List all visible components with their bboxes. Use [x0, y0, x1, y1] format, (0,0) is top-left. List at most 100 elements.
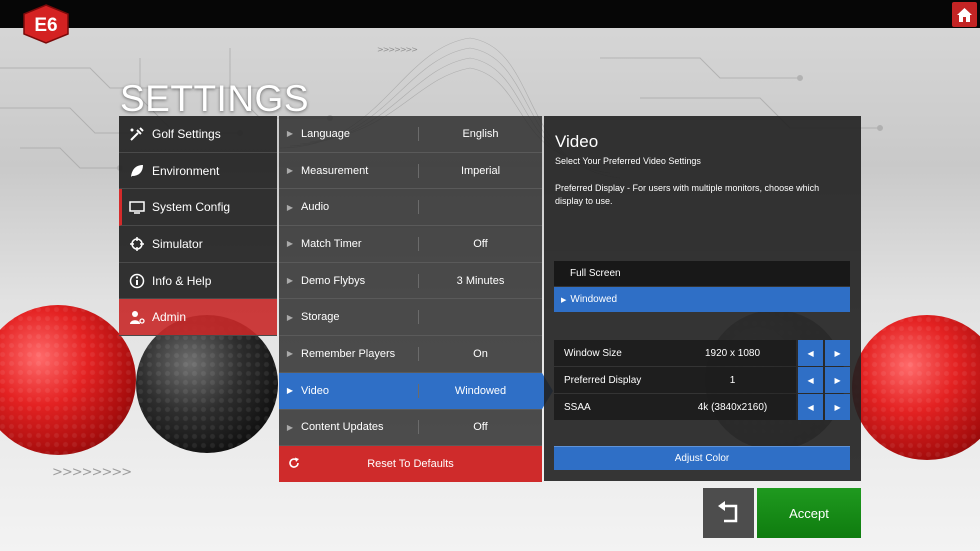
nav-label: Environment	[152, 163, 220, 178]
home-button[interactable]	[952, 2, 977, 27]
info-icon	[129, 273, 145, 289]
param-row-preferred-display: Preferred Display 1 ◀ ▶	[554, 367, 850, 393]
arrow-right-icon: ▶	[834, 375, 841, 385]
chevron-right-icon: ▶	[286, 166, 294, 176]
video-detail-panel: Video Select Your Preferred Video Settin…	[544, 116, 861, 481]
top-bar	[0, 0, 980, 28]
monitor-icon	[129, 199, 145, 215]
param-value: 4k (3840x2160)	[697, 401, 768, 413]
chevron-right-icon: ▶	[286, 422, 294, 432]
nav-item-system-config[interactable]: System Config	[119, 189, 277, 227]
mode-label: Full Screen	[570, 268, 621, 279]
setting-value: On	[473, 347, 488, 360]
chevron-right-icon: ▶	[286, 239, 294, 249]
arrow-left-icon: ◀	[807, 375, 814, 385]
setting-label: Match Timer	[301, 237, 362, 250]
param-cell: Preferred Display 1	[554, 367, 797, 393]
crosshair-icon	[129, 236, 145, 252]
setting-value: Off	[473, 237, 488, 250]
setting-label: Demo Flybys	[301, 274, 366, 287]
arrow-right-icon: ▶	[834, 348, 841, 358]
setting-label: Audio	[301, 201, 330, 214]
accept-button[interactable]: Accept	[757, 488, 861, 538]
param-cell: SSAA 4k (3840x2160)	[554, 394, 797, 420]
detail-subtitle: Select Your Preferred Video Settings	[555, 156, 701, 166]
detail-title: Video	[555, 132, 599, 151]
setting-label: Remember Players	[301, 347, 396, 360]
leaf-icon	[129, 163, 145, 179]
setting-row-storage[interactable]: ▶ Storage	[279, 299, 542, 337]
param-label: Window Size	[564, 347, 622, 359]
decrease-ssaa-button[interactable]: ◀	[798, 394, 824, 420]
decrease-window-size-button[interactable]: ◀	[798, 340, 824, 366]
increase-window-size-button[interactable]: ▶	[825, 340, 850, 366]
nav-label: Golf Settings	[152, 126, 221, 141]
chevron-right-icon: ▶	[286, 129, 294, 139]
setting-value: Windowed	[454, 384, 507, 397]
setting-label: Video	[301, 384, 329, 397]
nav-item-info-help[interactable]: Info & Help	[119, 262, 277, 300]
nav-item-simulator[interactable]: Simulator	[119, 226, 277, 263]
home-icon	[957, 7, 972, 22]
mode-option-windowed[interactable]: ▶ Windowed	[554, 287, 850, 312]
chevron-right-icon: ▶	[286, 276, 294, 286]
setting-label: Language	[301, 127, 350, 140]
back-button[interactable]	[703, 488, 754, 538]
setting-row-demo-flybys[interactable]: ▶ Demo Flybys 3 Minutes	[279, 262, 542, 300]
display-mode-list: Full Screen ▶ Windowed	[554, 261, 850, 313]
setting-value: Imperial	[460, 164, 501, 177]
nav-label: Info & Help	[152, 273, 212, 288]
nav-item-environment[interactable]: Environment	[119, 152, 277, 190]
setting-row-video[interactable]: ▶ Video Windowed	[279, 372, 553, 410]
e6-logo[interactable]: E6	[22, 4, 70, 44]
param-row-ssaa: SSAA 4k (3840x2160) ◀ ▶	[554, 394, 850, 420]
decrease-preferred-display-button[interactable]: ◀	[798, 367, 824, 393]
admin-user-icon	[129, 309, 145, 325]
settings-list: ▶ Language English ▶ Measurement Imperia…	[279, 116, 553, 483]
arrow-left-icon: ◀	[807, 402, 814, 412]
chevron-right-icon: ▶	[286, 202, 294, 212]
param-value: 1	[729, 374, 736, 386]
divider	[418, 200, 419, 215]
golf-settings-icon	[129, 126, 145, 142]
setting-row-match-timer[interactable]: ▶ Match Timer Off	[279, 226, 542, 263]
setting-label: Content Updates	[301, 421, 384, 434]
setting-row-measurement[interactable]: ▶ Measurement Imperial	[279, 152, 542, 190]
chevron-right-icon: ▶	[286, 312, 294, 322]
chevron-right-icon: ▶	[286, 386, 294, 396]
increase-preferred-display-button[interactable]: ▶	[825, 367, 850, 393]
chevron-right-icon: ▶	[286, 349, 294, 359]
logo-text: E6	[34, 15, 57, 36]
param-cell: Window Size 1920 x 1080	[554, 340, 797, 366]
arrow-right-icon: ▶	[834, 402, 841, 412]
settings-nav: Golf Settings Environment System Config …	[119, 116, 277, 337]
mode-option-full-screen[interactable]: Full Screen	[554, 261, 850, 286]
setting-label: Measurement	[301, 164, 369, 177]
setting-value: 3 Minutes	[456, 274, 505, 287]
caret-right-icon: ▶	[561, 296, 567, 304]
nav-label: Admin	[152, 310, 187, 325]
refresh-icon	[288, 457, 300, 472]
setting-row-language[interactable]: ▶ Language English	[279, 116, 542, 153]
param-row-window-size: Window Size 1920 x 1080 ◀ ▶	[554, 340, 850, 366]
divider	[418, 310, 419, 325]
setting-row-remember-players[interactable]: ▶ Remember Players On	[279, 336, 542, 373]
nav-item-golf-settings[interactable]: Golf Settings	[119, 116, 277, 153]
setting-row-audio[interactable]: ▶ Audio	[279, 189, 542, 227]
nav-item-admin[interactable]: Admin	[119, 299, 277, 337]
param-label: SSAA	[564, 401, 591, 413]
nav-label: Simulator	[152, 236, 203, 251]
setting-value: Off	[473, 421, 488, 434]
decorative-chevrons: >>>>>>>>	[52, 465, 132, 480]
decorative-chevrons-small: >>>>>>>	[377, 45, 418, 54]
nav-label: System Config	[152, 200, 231, 215]
reset-to-defaults-button[interactable]: Reset To Defaults	[279, 446, 542, 483]
page-title: SETTINGS	[120, 78, 310, 119]
setting-row-content-updates[interactable]: ▶ Content Updates Off	[279, 409, 542, 447]
param-label: Preferred Display	[564, 374, 642, 386]
back-arrow-icon	[717, 501, 737, 523]
adjust-color-button[interactable]: Adjust Color	[554, 446, 850, 470]
setting-label: Storage	[301, 311, 340, 324]
setting-value: English	[462, 127, 499, 140]
increase-ssaa-button[interactable]: ▶	[825, 394, 850, 420]
